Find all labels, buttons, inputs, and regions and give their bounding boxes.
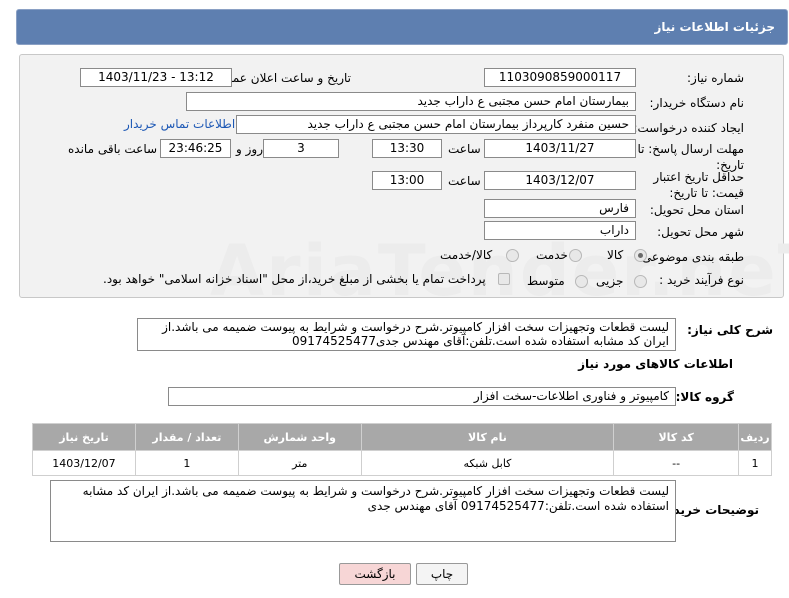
validity-time-field[interactable]: 13:00 <box>372 171 442 190</box>
process-option-minor: جزیی <box>596 274 624 288</box>
buyer-org-label: نام دستگاه خریدار: <box>649 96 745 110</box>
days-field[interactable]: 3 <box>263 139 339 158</box>
validity-label: حداقل تاریخ اعتبار قیمت: تا تاریخ: <box>653 170 744 200</box>
column-header-need-date: تاریخ نیاز <box>32 423 136 451</box>
category-option-goods: کالا <box>607 248 624 262</box>
validity-date-field[interactable]: 1403/12/07 <box>484 171 636 190</box>
process-radio-medium[interactable] <box>575 275 588 288</box>
column-header-row: ردیف <box>738 423 772 451</box>
cell-row-number: 1 <box>738 450 772 476</box>
announce-datetime-field[interactable]: 1403/11/23 - 13:12 <box>80 68 232 87</box>
city-field[interactable]: داراب <box>484 221 636 240</box>
remaining-time-field[interactable]: 23:46:25 <box>160 139 231 158</box>
column-header-name: نام کالا <box>360 423 615 451</box>
creator-field[interactable]: حسین منفرد کارپرداز بیمارستان امام حسن م… <box>236 115 636 134</box>
buyer-contact-link[interactable]: اطلاعات تماس خریدار <box>124 117 235 131</box>
goods-table: ردیف کد کالا نام کالا واحد شمارش تعداد /… <box>32 423 772 476</box>
table-row[interactable]: 1 -- کابل شبکه متر 1 1403/12/07 <box>32 450 772 476</box>
need-number-field[interactable]: 1103090859000117 <box>484 68 636 87</box>
province-label: استان محل تحویل: <box>649 203 744 217</box>
goods-group-field[interactable]: کامپیوتر و فناوری اطلاعات-سخت افزار <box>168 387 676 406</box>
need-number-label: شماره نیاز: <box>687 71 744 85</box>
print-button[interactable]: چاپ <box>416 563 468 585</box>
page-title: جزئیات اطلاعات نیاز <box>654 20 775 34</box>
column-header-code: کد کالا <box>613 423 740 451</box>
province-field[interactable]: فارس <box>484 199 636 218</box>
process-option-medium: متوسط <box>527 274 565 288</box>
goods-section-title: اطلاعات کالاهای مورد نیاز <box>578 357 733 371</box>
column-header-quantity: تعداد / مقدار <box>134 423 239 451</box>
city-label: شهر محل تحویل: <box>657 225 744 239</box>
cell-need-date: 1403/12/07 <box>32 450 136 476</box>
cell-name: کابل شبکه <box>360 450 615 476</box>
deadline-time-field[interactable]: 13:30 <box>372 139 442 158</box>
remaining-label: ساعت باقی مانده <box>68 142 158 156</box>
creator-label: ایجاد کننده درخواست: <box>633 121 744 135</box>
cell-quantity: 1 <box>134 450 239 476</box>
category-option-goods-service: کالا/خدمت <box>440 248 493 262</box>
deadline-date-field[interactable]: 1403/11/27 <box>484 139 636 158</box>
watermark: AriaTender.neT <box>210 230 789 312</box>
category-radio-goods-service[interactable] <box>506 249 519 262</box>
cell-unit: متر <box>237 450 362 476</box>
deadline-time-label: ساعت <box>448 142 481 156</box>
back-button[interactable]: بازگشت <box>339 563 411 585</box>
category-label: طبقه بندی موضوعی: <box>637 250 744 264</box>
cell-code: -- <box>613 450 740 476</box>
page-header: جزئیات اطلاعات نیاز <box>16 9 788 45</box>
buyer-desc-textarea[interactable]: لیست قطعات وتجهیزات سخت افزار کامپیوتر.ش… <box>50 480 676 542</box>
buyer-org-field[interactable]: بیمارستان امام حسن مجتبی ع داراب جدید <box>186 92 636 111</box>
goods-table-wrapper: ردیف کد کالا نام کالا واحد شمارش تعداد /… <box>32 423 774 476</box>
validity-time-label: ساعت <box>448 174 481 188</box>
column-header-unit: واحد شمارش <box>237 423 362 451</box>
summary-textarea[interactable]: لیست قطعات وتجهیزات سخت افزار کامپیوتر.ش… <box>137 318 676 351</box>
category-radio-service[interactable] <box>569 249 582 262</box>
category-radio-goods[interactable] <box>634 249 647 262</box>
goods-group-label: گروه کالا: <box>675 390 734 404</box>
process-label: نوع فرآیند خرید : <box>659 273 744 287</box>
category-option-service: خدمت <box>536 248 568 262</box>
process-radio-minor[interactable] <box>634 275 647 288</box>
summary-label: شرح کلی نیاز: <box>687 323 773 337</box>
days-label: روز و <box>236 142 263 156</box>
treasury-payment-note: پرداخت تمام یا بخشی از مبلغ خرید،از محل … <box>103 272 486 286</box>
treasury-payment-checkbox[interactable] <box>498 273 510 285</box>
